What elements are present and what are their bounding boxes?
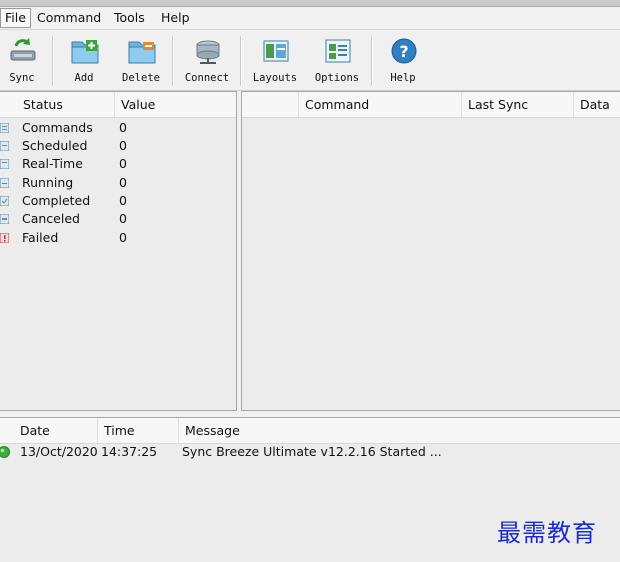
icon-column-header[interactable]: [242, 92, 298, 117]
help-label: Help: [390, 72, 416, 84]
toolbar-separator: [172, 36, 174, 86]
options-icon: [325, 39, 351, 63]
status-row-running[interactable]: Running 0: [0, 174, 236, 192]
add-label: Add: [74, 72, 94, 84]
options-label: Options: [314, 72, 360, 84]
sync-icon: [10, 38, 36, 61]
toolbar-separator: [371, 36, 373, 86]
menu-help[interactable]: Help: [157, 9, 194, 27]
command-column-header[interactable]: Command: [298, 92, 461, 117]
real-time-status-icon: [0, 159, 9, 169]
status-table-header: Status Value: [0, 92, 236, 118]
canceled-status-icon: [0, 214, 9, 224]
add-button[interactable]: Add: [56, 34, 112, 88]
folder-add-icon: [71, 40, 99, 64]
layouts-button[interactable]: Layouts: [247, 34, 303, 88]
window-top-edge: [0, 0, 620, 7]
status-row-canceled[interactable]: Canceled 0: [0, 210, 236, 228]
log-message: Sync Breeze Ultimate v12.2.16 Started ..…: [182, 444, 442, 459]
value-column-header[interactable]: Value: [114, 92, 236, 117]
time-column-header[interactable]: Time: [97, 418, 178, 443]
status-row-scheduled[interactable]: Scheduled 0: [0, 137, 236, 155]
sync-button[interactable]: Sync: [0, 34, 50, 88]
options-button[interactable]: Options: [309, 34, 365, 88]
status-row-real-time[interactable]: Real-Time 0: [0, 155, 236, 173]
layouts-icon: [263, 40, 289, 62]
watermark: 最需教育: [497, 519, 597, 547]
delete-button[interactable]: Delete: [113, 34, 169, 88]
status-row-completed[interactable]: Completed 0: [0, 192, 236, 210]
svg-text:?: ?: [399, 42, 408, 61]
log-date: 13/Oct/2020: [20, 444, 98, 459]
menu-file[interactable]: File: [0, 8, 31, 28]
last-sync-column-header[interactable]: Last Sync: [461, 92, 573, 117]
server-connect-icon: [196, 40, 220, 64]
log-row[interactable]: 13/Oct/2020 14:37:25 Sync Breeze Ultimat…: [0, 443, 620, 461]
status-pane: Status Value Commands 0 Scheduled 0 Real…: [0, 91, 237, 411]
failed-status-icon: [0, 233, 9, 243]
date-column-header[interactable]: Date: [0, 418, 97, 443]
command-pane: Command Last Sync Data: [241, 91, 620, 411]
toolbar-separator: [52, 36, 54, 86]
toolbar-separator: [240, 36, 242, 86]
folder-delete-icon: [128, 41, 156, 64]
log-table-header: Date Time Message: [0, 418, 620, 444]
connect-button[interactable]: Connect: [179, 34, 235, 88]
completed-status-icon: [0, 196, 9, 206]
message-column-header[interactable]: Message: [178, 418, 620, 443]
layouts-label: Layouts: [252, 72, 298, 84]
status-ok-icon: [0, 446, 10, 458]
status-row-failed[interactable]: Failed 0: [0, 229, 236, 247]
menu-bar: File Command Tools Help: [0, 7, 620, 30]
command-table-header: Command Last Sync Data: [242, 92, 620, 118]
data-column-header[interactable]: Data: [573, 92, 620, 117]
toolbar: Sync Add Delete Connect Layouts Options …: [0, 30, 620, 91]
delete-label: Delete: [122, 72, 160, 84]
menu-command[interactable]: Command: [33, 9, 105, 27]
menu-tools[interactable]: Tools: [110, 9, 149, 27]
help-button[interactable]: ? Help: [375, 34, 431, 88]
status-column-header[interactable]: Status: [0, 92, 114, 117]
help-icon: ?: [391, 38, 417, 64]
scheduled-status-icon: [0, 141, 9, 151]
log-time: 14:37:25: [101, 444, 158, 459]
running-status-icon: [0, 178, 9, 188]
sync-label: Sync: [9, 72, 35, 84]
connect-label: Connect: [184, 72, 230, 84]
status-row-commands[interactable]: Commands 0: [0, 119, 236, 137]
commands-status-icon: [0, 123, 9, 133]
